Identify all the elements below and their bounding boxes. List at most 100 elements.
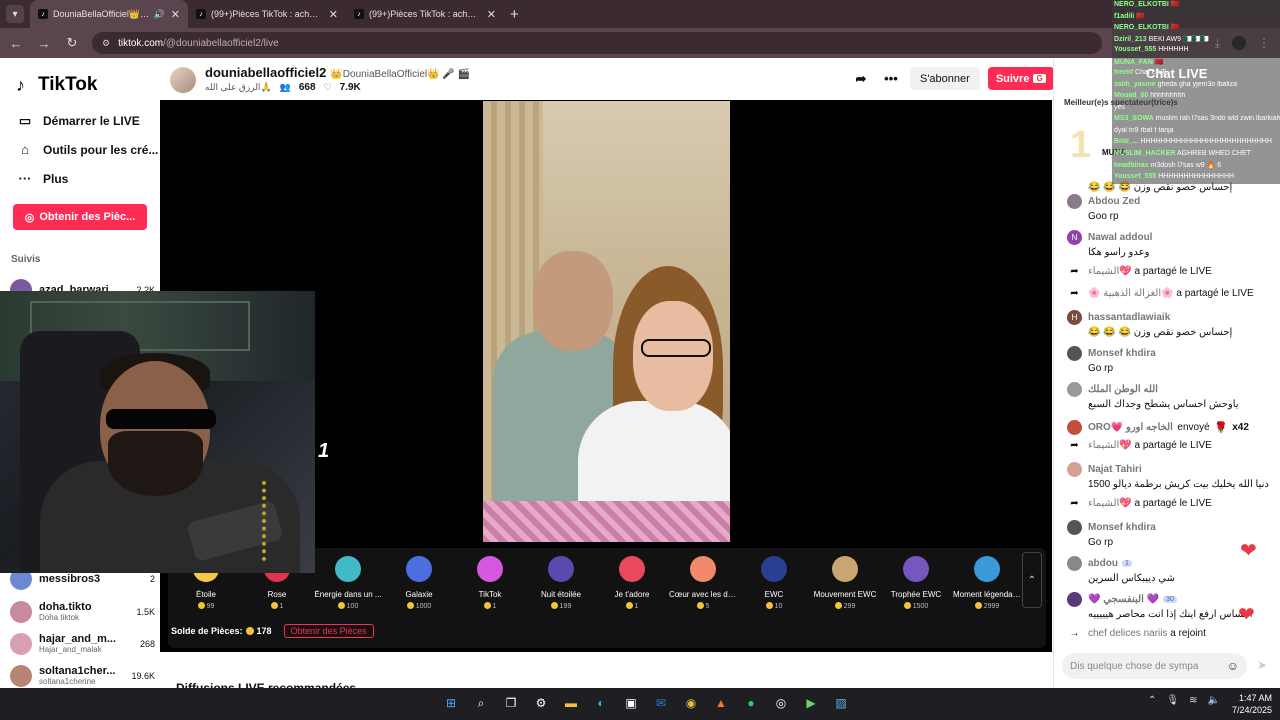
chat-username[interactable]: Nawal addoul: [1088, 232, 1152, 243]
gift-name: EWC: [764, 590, 784, 599]
store-icon[interactable]: ▣: [620, 692, 642, 714]
gift-item[interactable]: Mouvement EWC 299: [811, 556, 879, 610]
gift-item[interactable]: Cœur avec les do... 5: [669, 556, 737, 610]
forward-icon[interactable]: →: [32, 36, 56, 51]
gift-item[interactable]: Galaxie 1000: [385, 556, 453, 610]
chat-username[interactable]: chef delices nariis: [1088, 628, 1167, 639]
chat-message: ➦ الشيماء💖 a partagé le LIVE: [1067, 266, 1277, 277]
volume-icon[interactable]: 🔈: [1207, 695, 1219, 706]
gift-item[interactable]: Je t'adore 1: [598, 556, 666, 610]
site-info-icon[interactable]: ⚙: [102, 38, 110, 49]
avatar[interactable]: [1067, 346, 1082, 361]
emoji-icon[interactable]: ☺: [1227, 659, 1239, 673]
edge-icon[interactable]: ◐: [590, 692, 612, 714]
following-item[interactable]: hajar_and_m... Hajar_and_malak 268: [10, 630, 155, 658]
chat-input[interactable]: Dis quelque chose de sympa ☺: [1062, 653, 1247, 679]
stream-chat-text: 🇲🇦: [1170, 24, 1180, 31]
streamer-name[interactable]: douniabellaofficiel2 👑DouniaBellaOfficiel…: [205, 65, 470, 80]
avatar[interactable]: [1067, 462, 1082, 477]
nav-creator-tools[interactable]: ⌂ Outils pour les cré...: [16, 142, 158, 157]
obs-icon[interactable]: ◎: [770, 692, 792, 714]
chat-username[interactable]: 🌸 الغزالة الذهبية🌸: [1088, 288, 1174, 299]
avatar[interactable]: [1067, 194, 1082, 209]
gift-item[interactable]: Énergie dans un ... 100: [314, 556, 382, 610]
gift-item[interactable]: EWC 10: [740, 556, 808, 610]
chat-text: دنيا الله يخليك بيت كريش برطمة ديالو 150…: [1088, 479, 1269, 490]
coin-icon: [834, 602, 842, 609]
chat-username[interactable]: Monsef khdira: [1088, 522, 1156, 533]
avatar[interactable]: [1067, 520, 1082, 535]
new-tab-icon[interactable]: +: [510, 6, 519, 23]
chat-username[interactable]: Monsef khdira: [1088, 348, 1156, 359]
system-clock[interactable]: 1:47 AM 7/24/2025: [1226, 692, 1272, 716]
browser-tab-active[interactable]: ♪ DouniaBellaOfficiel👑 🎤 🎬 🔊 ✕: [30, 0, 188, 28]
get-coins-link[interactable]: Obtenir des Pièces: [283, 624, 374, 638]
viewer-count: 668: [298, 82, 316, 93]
chat-username[interactable]: الشيماء💖: [1088, 440, 1132, 451]
back-icon[interactable]: ←: [4, 36, 28, 51]
like-count: 7.9K: [339, 82, 361, 93]
url-input[interactable]: ⚙ tiktok.com/@douniabellaofficiel2/live: [92, 32, 1102, 54]
chat-username[interactable]: hassantadlawiaik: [1088, 312, 1170, 323]
chat-username[interactable]: الله الوطن الملك: [1088, 384, 1158, 395]
chat-username[interactable]: Abdou Zed: [1088, 196, 1140, 207]
chat-username[interactable]: 💜 البنفسجي 💜: [1088, 594, 1159, 605]
get-coins-button[interactable]: ◎ Obtenir des Pièc...: [13, 204, 147, 230]
share-icon[interactable]: ➦: [850, 68, 872, 90]
file-explorer-icon[interactable]: ▬: [560, 692, 582, 714]
search-icon[interactable]: ⌕: [470, 692, 492, 714]
browser-tab[interactable]: ♪ (99+)Pièces TikTok : achète et re ✕: [188, 0, 346, 28]
photos-icon[interactable]: ▨: [830, 692, 852, 714]
app-icon[interactable]: ▲: [710, 692, 732, 714]
coin-balance: Solde de Pièces: 178 Obtenir des Pièces: [171, 624, 374, 638]
avatar[interactable]: [1067, 382, 1082, 397]
chat-username[interactable]: الشيماء💖: [1088, 266, 1132, 277]
microphone-icon[interactable]: 🎙: [1166, 695, 1179, 706]
following-item[interactable]: soltana1cher... soltana1cherine 19.6K: [10, 662, 155, 690]
stream-chat-text: HHHHHH: [1158, 46, 1189, 53]
close-tab-icon[interactable]: ✕: [171, 8, 180, 21]
task-view-icon[interactable]: ❐: [500, 692, 522, 714]
chat-username[interactable]: الشيماء💖: [1088, 498, 1132, 509]
tab-search-icon[interactable]: ▾: [6, 5, 24, 23]
settings-icon[interactable]: ⚙: [530, 692, 552, 714]
tray-expand-icon[interactable]: ⌃: [1148, 695, 1156, 706]
tab-title: DouniaBellaOfficiel👑 🎤 🎬: [53, 8, 151, 19]
streamer-avatar[interactable]: [170, 67, 196, 93]
more-options-icon[interactable]: •••: [880, 68, 902, 90]
coin-icon: [197, 602, 205, 609]
gift-item[interactable]: TikTok 1: [456, 556, 524, 610]
avatar[interactable]: [1067, 556, 1082, 571]
following-item[interactable]: doha.tikto Doha tiktok 1.5K: [10, 598, 155, 626]
chat-username[interactable]: ORO💗 الخاجه اورو: [1088, 422, 1173, 433]
tiktok-logo[interactable]: ♪ TikTok: [16, 74, 97, 96]
stream-chat-line: Bilal_... HHHHHHHHHHHHHHHHHHHHHHHHHH: [1112, 138, 1280, 150]
close-tab-icon[interactable]: ✕: [487, 8, 496, 21]
speaker-icon[interactable]: 🔊: [154, 9, 165, 20]
gift-item[interactable]: Nuit étoilée 199: [527, 556, 595, 610]
spotify-icon[interactable]: ●: [740, 692, 762, 714]
chat-username[interactable]: Najat Tahiri: [1088, 464, 1142, 475]
avatar[interactable]: [1067, 592, 1082, 607]
avatar[interactable]: H: [1067, 310, 1082, 325]
outlook-icon[interactable]: ✉: [650, 692, 672, 714]
stream-chat-user: Dziril_213: [1114, 35, 1147, 43]
avatar[interactable]: [1067, 419, 1082, 435]
media-player-icon[interactable]: ▶: [800, 692, 822, 714]
expand-gifts-icon[interactable]: ⌃: [1022, 552, 1042, 608]
gift-item[interactable]: Trophée EWC 1500: [882, 556, 950, 610]
browser-tab[interactable]: ♪ (99+)Pièces TikTok : achète et re ✕: [346, 0, 504, 28]
follow-button[interactable]: Suivre G: [987, 67, 1054, 90]
chat-username[interactable]: abdou: [1088, 558, 1118, 569]
windows-start-icon[interactable]: ⊞: [440, 692, 462, 714]
send-icon[interactable]: ➤: [1257, 658, 1267, 672]
subscribe-button[interactable]: S'abonner: [910, 67, 980, 90]
chrome-icon[interactable]: ◉: [680, 692, 702, 714]
nav-start-live[interactable]: ▭ Démarrer le LIVE: [16, 113, 140, 129]
gift-item[interactable]: Moment légendai... 2999: [953, 556, 1021, 610]
nav-more[interactable]: ··· Plus: [16, 171, 69, 186]
avatar[interactable]: N: [1067, 230, 1082, 245]
close-tab-icon[interactable]: ✕: [329, 8, 338, 21]
wifi-icon[interactable]: ≋: [1189, 695, 1197, 706]
reload-icon[interactable]: ↻: [60, 35, 84, 51]
